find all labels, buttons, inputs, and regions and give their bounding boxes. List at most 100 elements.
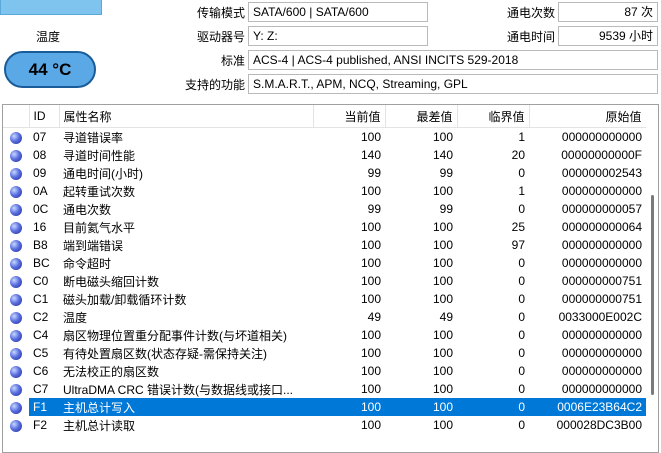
threshold-value: 0: [518, 166, 525, 180]
table-row[interactable]: 09 通电时间(小时) 99 99 0 000000002543: [3, 164, 646, 182]
worst-value: 140: [432, 148, 453, 162]
current-value: 100: [360, 184, 381, 198]
threshold-value: 0: [518, 364, 525, 378]
status-dot-icon: [10, 257, 22, 270]
threshold-value: 0: [518, 256, 525, 270]
table-row[interactable]: C6 无法校正的扇区数 100 100 0 000000000000: [3, 362, 646, 380]
worst-value: 100: [432, 274, 453, 288]
status-dot-icon: [10, 149, 22, 162]
threshold-value: 25: [511, 220, 525, 234]
table-row[interactable]: C2 温度 49 49 0 0033000E002C: [3, 308, 646, 326]
current-value: 140: [360, 148, 381, 162]
attribute-name: 有待处置扇区数(状态存疑-需保持关注): [63, 346, 267, 361]
raw-value: 000000000000: [561, 328, 642, 342]
table-row[interactable]: 07 寻道错误率 100 100 1 000000000000: [3, 128, 646, 147]
header-id[interactable]: ID: [29, 105, 60, 128]
raw-value: 00000000000F: [561, 148, 642, 162]
table-row[interactable]: C4 扇区物理位置重分配事件计数(与坏道相关) 100 100 0 00000000000…: [3, 326, 646, 344]
table-header: ID 属性名称 当前值 最差值 临界值 原始值: [3, 105, 647, 128]
attribute-name: 温度: [63, 310, 88, 325]
header-threshold[interactable]: 临界值: [457, 105, 530, 128]
worst-value: 100: [432, 346, 453, 360]
attribute-name: 端到端错误: [63, 238, 124, 253]
table-row[interactable]: 08 寻道时间性能 140 140 20 00000000000F: [3, 146, 646, 164]
status-dot-icon: [10, 347, 22, 360]
table-row[interactable]: B8 端到端错误 100 100 97 000000000000: [3, 236, 646, 254]
attribute-id: 07: [33, 130, 47, 144]
current-value: 100: [360, 364, 381, 378]
table-row[interactable]: C1 磁头加载/卸载循环计数 100 100 0 000000000751: [3, 290, 646, 308]
threshold-value: 0: [518, 418, 525, 432]
threshold-value: 0: [518, 274, 525, 288]
attribute-id: 08: [33, 148, 47, 162]
table-row[interactable]: F2 主机总计读取 100 100 0 000028DC3B00: [3, 416, 646, 434]
worst-value: 99: [439, 202, 453, 216]
table-row[interactable]: 0C 通电次数 99 99 0 000000000057: [3, 200, 646, 218]
raw-value: 000000002543: [561, 166, 642, 180]
status-cell: [3, 182, 29, 200]
attribute-name: 无法校正的扇区数: [63, 364, 160, 379]
status-dot-icon: [10, 131, 22, 144]
temperature-badge[interactable]: 44 °C: [4, 51, 96, 88]
status-dot-icon: [10, 383, 22, 396]
scrollbar-thumb[interactable]: [651, 195, 654, 395]
standard-label: 标准: [220, 54, 245, 68]
attribute-id: C1: [33, 292, 49, 306]
raw-value: 000000000000: [561, 238, 642, 252]
header-worst[interactable]: 最差值: [385, 105, 458, 128]
raw-value: 0033000E002C: [558, 310, 642, 324]
current-value: 100: [360, 346, 381, 360]
table-row[interactable]: C5 有待处置扇区数(状态存疑-需保持关注) 100 100 0 000000000000: [3, 344, 646, 362]
raw-value: 000000000057: [561, 202, 642, 216]
header-attribute-name[interactable]: 属性名称: [59, 105, 314, 128]
worst-value: 100: [432, 328, 453, 342]
health-status-bar[interactable]: [0, 0, 102, 15]
table-row[interactable]: 16 目前氦气水平 100 100 25 000000000064: [3, 218, 646, 236]
threshold-value: 0: [518, 202, 525, 216]
worst-value: 99: [439, 166, 453, 180]
worst-value: 100: [432, 256, 453, 270]
raw-value: 000000000000: [561, 256, 642, 270]
attribute-name: 主机总计写入: [59, 398, 313, 416]
current-value: 100: [360, 130, 381, 144]
worst-value: 100: [432, 364, 453, 378]
worst-value: 100: [432, 184, 453, 198]
features-label: 支持的功能: [184, 78, 245, 92]
table-row[interactable]: BC 命令超时 100 100 0 000000000000: [3, 254, 646, 272]
current-value: 99: [367, 166, 381, 180]
current-value: 100: [360, 328, 381, 342]
status-dot-icon: [10, 329, 22, 342]
attribute-id: 09: [33, 166, 47, 180]
standard-value: ACS-4 | ACS-4 published, ANSI INCITS 529…: [248, 50, 658, 70]
status-cell: [3, 164, 29, 182]
current-value: 100: [360, 382, 381, 396]
attribute-id: 0C: [33, 202, 49, 216]
table-row[interactable]: 0A 起转重试次数 100 100 1 000000000000: [3, 182, 646, 200]
status-cell: [3, 362, 29, 380]
attribute-id: B8: [33, 238, 48, 252]
status-cell: [3, 308, 29, 326]
current-value: 100: [360, 292, 381, 306]
status-cell: [3, 326, 29, 344]
status-dot-icon: [10, 185, 22, 198]
current-value: 100: [360, 274, 381, 288]
raw-value: 000028DC3B00: [556, 418, 642, 432]
threshold-value: 1: [518, 130, 525, 144]
worst-value: 100: [432, 418, 453, 432]
status-cell: [3, 272, 29, 290]
status-dot-icon: [10, 239, 22, 252]
vertical-scrollbar[interactable]: [646, 105, 658, 452]
attribute-name: 扇区物理位置重分配事件计数(与坏道相关): [63, 328, 287, 343]
smart-attribute-table[interactable]: ID 属性名称 当前值 最差值 临界值 原始值 07 寻道错误率 100 100 1 00…: [2, 104, 659, 453]
raw-value: 000000000751: [561, 274, 642, 288]
table-row[interactable]: F1 主机总计写入 100 100 0 0006E23B64C2: [3, 398, 646, 416]
attribute-id: C2: [33, 310, 49, 324]
worst-value: 49: [439, 310, 453, 324]
header-raw[interactable]: 原始值: [529, 105, 647, 128]
current-value: 100: [360, 220, 381, 234]
attribute-name: 通电次数: [63, 202, 112, 217]
table-row[interactable]: C0 断电磁头缩回计数 100 100 0 000000000751: [3, 272, 646, 290]
table-row[interactable]: C7 UltraDMA CRC 错误计数(与数据线或接口... 100 100 0 000…: [3, 380, 646, 398]
power-hours-value: 9539 小时: [558, 26, 658, 46]
header-current[interactable]: 当前值: [313, 105, 386, 128]
